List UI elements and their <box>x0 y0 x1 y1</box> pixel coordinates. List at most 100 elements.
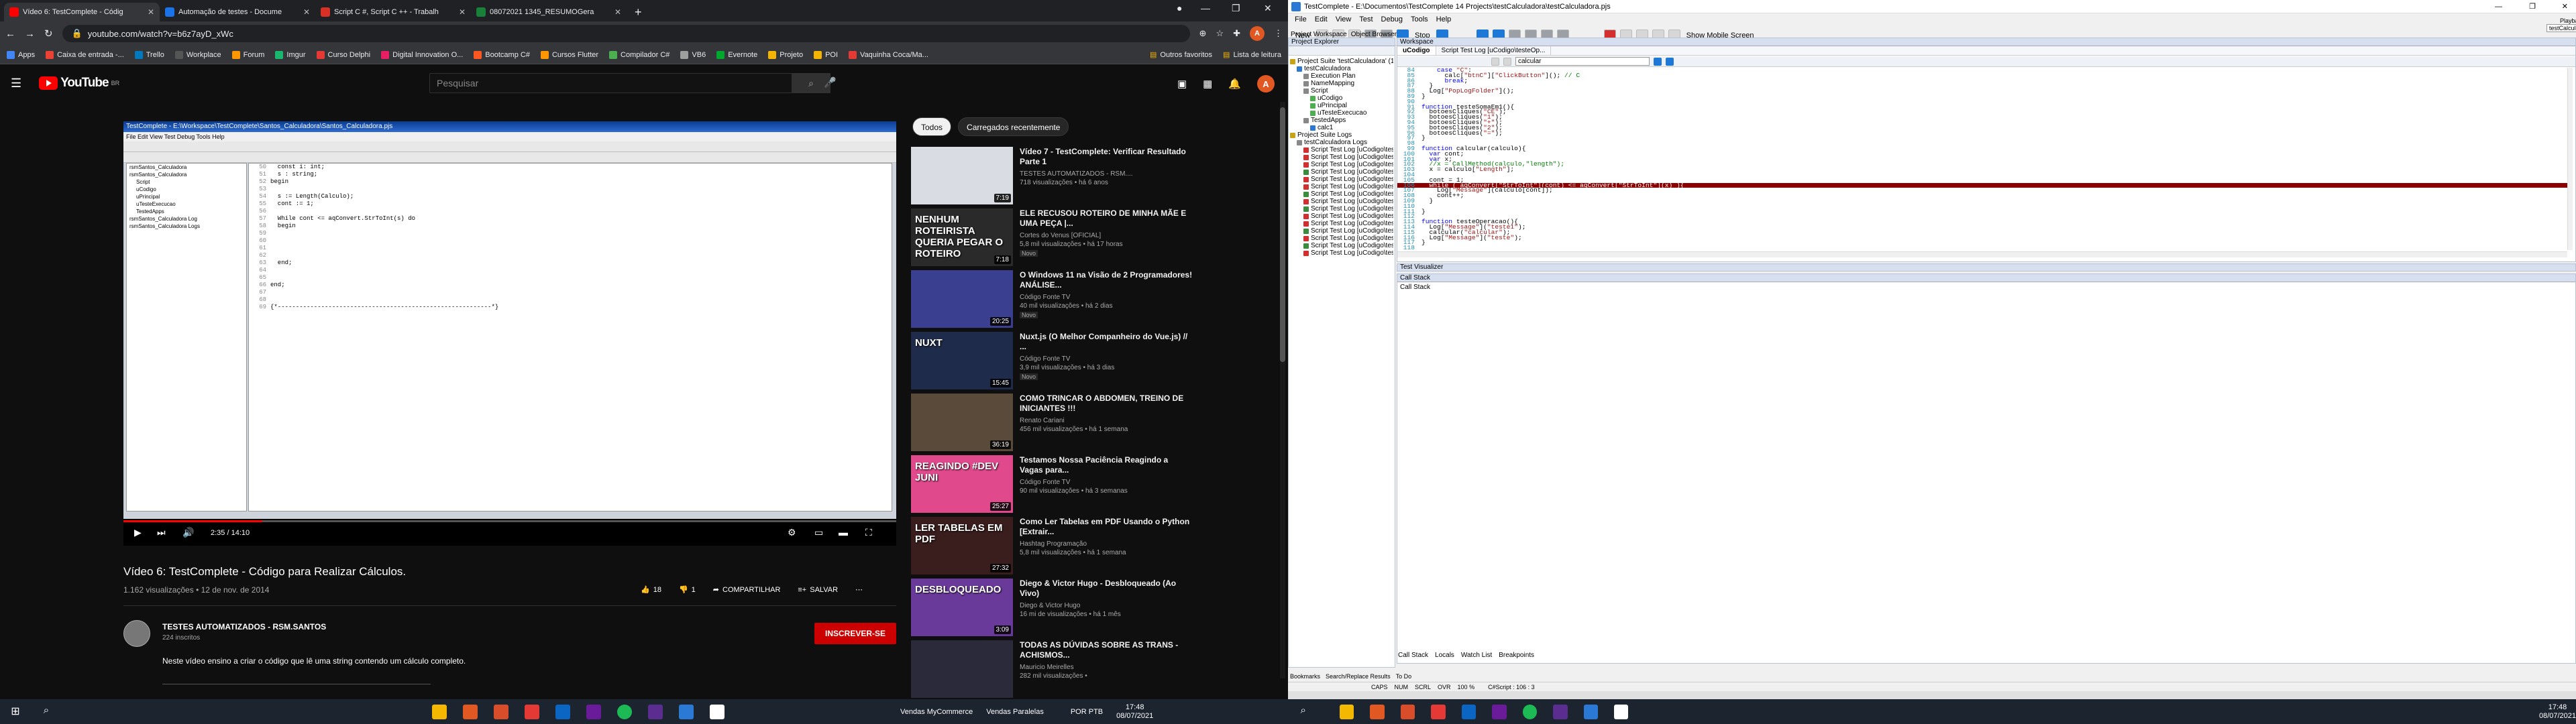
fullscreen-icon[interactable]: ⛶ <box>865 527 872 538</box>
video-title[interactable]: TODAS AS DÚVIDAS SOBRE AS TRANS - ACHISM… <box>1020 640 1193 660</box>
video-thumbnail[interactable]: REAGINDO #DEV JUNI 25:27 <box>911 455 1013 513</box>
debug-tab[interactable]: Call Stack <box>1398 652 1428 661</box>
tree-item[interactable]: NameMapping <box>1290 80 1393 87</box>
close-icon[interactable]: ✕ <box>303 7 310 17</box>
recommended-video[interactable]: LER TABELAS EM PDF 27:32 Como Ler Tabelas … <box>911 517 1193 579</box>
code-line[interactable]: 93 botoesCliques("1"); <box>1397 114 2571 121</box>
video-thumbnail[interactable]: 7:19 <box>911 147 1013 204</box>
profile-dot-icon[interactable]: ● <box>1177 3 1182 13</box>
settings-gear-icon[interactable]: ⚙ <box>788 527 796 538</box>
menu-kebab-icon[interactable]: ⋮ <box>1274 28 1283 39</box>
browser-tab[interactable]: Vídeo 6: TestComplete - Códig ✕ <box>4 3 160 21</box>
code-line[interactable]: 118 <box>1397 245 2571 251</box>
code-editor[interactable]: 84 case "C": 85 calc["btnC"]["ClickButton… <box>1397 68 2571 255</box>
back-icon[interactable] <box>1491 57 1499 66</box>
visual-studio-icon[interactable] <box>1553 704 1568 719</box>
close-icon[interactable]: ✕ <box>614 7 621 17</box>
code-line[interactable]: 97} <box>1397 135 2571 141</box>
code-line[interactable]: 102 //x = CallMethod(calculo,"length"); <box>1397 161 2571 168</box>
code-line[interactable]: 112 <box>1397 213 2571 219</box>
video-thumbnail[interactable]: NENHUM ROTEIRISTA QUERIA PEGAR O ROTEIRO… <box>911 208 1013 266</box>
bookmark-item[interactable]: Cursos Flutter <box>540 50 598 59</box>
tab-test-log[interactable]: Script Test Log [uCodigo\testeOp... <box>1436 46 1552 55</box>
search-icon[interactable]: ⌕ <box>39 705 54 719</box>
video-title[interactable]: Nuxt.js (O Melhor Companheiro do Vue.js)… <box>1020 332 1193 352</box>
testcomplete-icon[interactable] <box>1583 704 1599 719</box>
tree-item[interactable]: Script Test Log [uCodigo\testeO <box>1290 154 1393 161</box>
save-button[interactable]: ≡+ SALVAR <box>798 585 838 594</box>
recommended-video[interactable]: DESBLOQUEADO 3:09 Diego & Victor Hugo - De… <box>911 579 1193 640</box>
word-icon[interactable] <box>1461 704 1477 719</box>
code-line[interactable]: 117} <box>1397 239 2571 245</box>
code-line[interactable]: 88 Log["PopLogFolder"](); <box>1397 88 2571 95</box>
file-explorer-icon[interactable] <box>432 704 447 719</box>
menu-item[interactable]: Edit <box>1315 13 1328 25</box>
search-input[interactable]: Pesquisar <box>429 73 825 93</box>
app-icon[interactable] <box>1614 704 1629 719</box>
code-line[interactable]: 116 Log["Message"]("teste"); <box>1397 234 2571 241</box>
visual-studio-icon[interactable] <box>648 704 663 719</box>
video-title[interactable]: Como Ler Tabelas em PDF Usando o Python … <box>1020 517 1193 537</box>
tree-item[interactable]: Script Test Log [uCodigo\testeO <box>1290 213 1393 220</box>
video-title[interactable]: Testamos Nossa Paciência Reagindo a Vaga… <box>1020 455 1193 475</box>
channel-name[interactable]: TESTES AUTOMATIZADOS - RSM.... <box>1020 170 1193 178</box>
output-tab[interactable]: Bookmarks <box>1290 673 1320 681</box>
tree-item[interactable]: Project Suite Logs <box>1290 131 1393 139</box>
spotify-icon[interactable] <box>617 704 632 719</box>
search-icon[interactable]: ⌕ <box>1296 705 1310 719</box>
volume-icon[interactable]: 🔊 <box>182 527 194 538</box>
code-line[interactable]: 106 while ( aqConvert["StrToInt"](cont) … <box>1397 182 2571 188</box>
share-button[interactable]: ➦ COMPARTILHAR <box>713 585 781 595</box>
code-line[interactable]: 103 x = calculo["Length"]; <box>1397 166 2571 173</box>
reload-icon[interactable]: ↻ <box>44 27 53 40</box>
channel-name[interactable]: Código Fonte TV <box>1020 355 1193 363</box>
app-icon[interactable] <box>1492 704 1507 719</box>
app-icon[interactable] <box>710 704 724 719</box>
browser-tab[interactable]: Automação de testes - Docume ✕ <box>160 3 315 21</box>
code-line[interactable]: 113 function testeOperacao(){ <box>1397 219 2571 225</box>
editor-vertical-scrollbar[interactable] <box>2567 68 2573 250</box>
recommended-video[interactable]: REAGINDO #DEV JUNI 25:27 Testamos Nossa Pa… <box>911 455 1193 517</box>
recommended-video[interactable]: 7:19 Vídeo 7 - TestComplete: Verificar Re… <box>911 147 1193 208</box>
dislike-button[interactable]: 👎 1 <box>679 585 696 595</box>
code-line[interactable]: 111} <box>1397 208 2571 214</box>
clock[interactable]: 17:48 08/07/2021 <box>1116 703 1153 721</box>
tree-item[interactable]: Script Test Log [uCodigo\testeO <box>1290 168 1393 176</box>
close-icon[interactable]: ✕ <box>459 7 466 17</box>
video-progress-bar[interactable] <box>123 520 896 522</box>
spotify-icon[interactable] <box>1522 704 1538 719</box>
theater-icon[interactable]: ▬ <box>839 527 848 538</box>
bookmark-next-icon[interactable] <box>1666 57 1674 66</box>
bookmark-star-icon[interactable]: ☆ <box>1216 28 1224 39</box>
editor-horizontal-scrollbar[interactable] <box>1397 251 2567 257</box>
tree-item[interactable]: Script Test Log [uCodigo\testeO <box>1290 235 1393 242</box>
code-line[interactable]: 95 botoesCliques("2"); <box>1397 124 2571 131</box>
bookmark-folder[interactable]: ▤ Outros favoritos <box>1150 50 1212 60</box>
output-tab[interactable]: Search/Replace Results <box>1326 673 1391 681</box>
code-line[interactable]: 114 Log["Message"]("teste1"); <box>1397 224 2571 231</box>
chip-all[interactable]: Todos <box>912 117 952 136</box>
forward-icon[interactable]: → <box>25 28 35 40</box>
menu-item[interactable]: Test <box>1359 13 1373 25</box>
recommended-video[interactable]: TODAS AS DÚVIDAS SOBRE AS TRANS - ACHISM… <box>911 640 1193 702</box>
tree-item[interactable]: Script Test Log [uCodigo\testeO <box>1290 198 1393 205</box>
code-line[interactable]: 109 } <box>1397 198 2571 204</box>
output-tab[interactable]: To Do <box>1396 673 1412 681</box>
bookmark-item[interactable]: Evernote <box>716 50 757 59</box>
play-icon[interactable]: ▶ <box>134 527 142 538</box>
bookmark-item[interactable]: Apps <box>7 50 35 59</box>
youtube-logo[interactable]: YouTube BR <box>39 76 119 90</box>
video-thumbnail[interactable]: LER TABELAS EM PDF 27:32 <box>911 517 1013 575</box>
video-thumbnail[interactable]: 36:19 <box>911 394 1013 451</box>
app-icon[interactable] <box>1400 704 1415 719</box>
code-line[interactable]: 91 function testeSomaEm1(){ <box>1397 103 2571 110</box>
close-icon[interactable]: ✕ <box>148 7 154 17</box>
tree-item[interactable]: uCodigo <box>1290 95 1393 102</box>
channel-name[interactable]: Renato Cariani <box>1020 416 1193 425</box>
more-actions-icon[interactable]: ⋯ <box>855 585 863 594</box>
profile-avatar[interactable]: A <box>1250 26 1265 41</box>
browser-tab[interactable]: Script C #, Script C ++ - Trabalh ✕ <box>315 3 471 21</box>
tree-item[interactable]: calc1 <box>1290 124 1393 131</box>
channel-name[interactable]: Diego & Victor Hugo <box>1020 601 1193 610</box>
tree-item[interactable]: Script Test Log [uCodigo\testeO <box>1290 220 1393 227</box>
